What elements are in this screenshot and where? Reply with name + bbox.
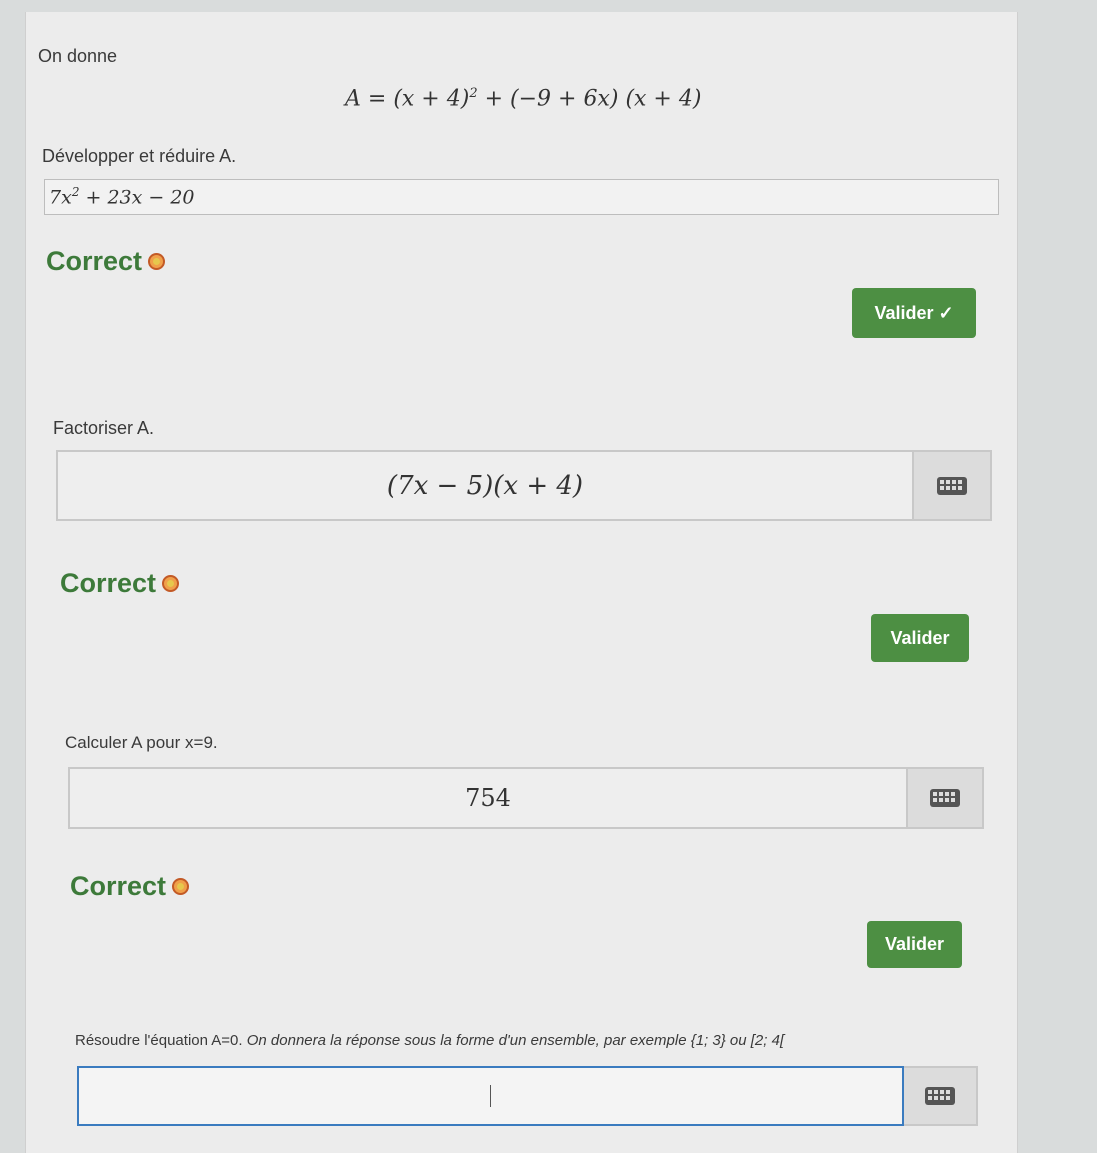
- smiley-icon: [162, 575, 180, 592]
- q3-feedback: Correct: [70, 871, 190, 902]
- q1-answer-field[interactable]: 7x2 + 23x − 20: [44, 179, 999, 215]
- text-cursor: [490, 1085, 491, 1107]
- smiley-icon: [172, 878, 190, 895]
- q3-prompt: Calculer A pour x=9.: [65, 733, 218, 752]
- q4-answer-field[interactable]: [77, 1066, 904, 1126]
- q2-prompt: Factoriser A.: [53, 418, 155, 438]
- intro-text: On donne: [38, 46, 118, 66]
- q1-prompt: Développer et réduire A.: [42, 146, 237, 166]
- q2-answer-field[interactable]: (7x − 5)(x + 4): [56, 450, 914, 521]
- q3-keyboard-button[interactable]: [908, 767, 984, 829]
- q2-keyboard-button[interactable]: [914, 450, 992, 521]
- q4-prompt-start: Résoudre l'équation A=0.: [75, 1032, 247, 1049]
- keyboard-icon: [925, 1087, 955, 1105]
- q1-answer: 7x2 + 23x − 20: [49, 185, 195, 208]
- q1-answer-rest: + 23x − 20: [79, 186, 195, 209]
- expression-rhs-part2: + (−9 + 6x) (x + 4): [477, 86, 702, 112]
- expression-rhs-part1: (x + 4): [393, 86, 470, 112]
- expression-lhs: A: [345, 86, 361, 112]
- q2-feedback: Correct: [60, 568, 180, 599]
- q1-validate-button[interactable]: Valider ✓: [852, 288, 976, 338]
- q1-answer-main: 7x: [49, 186, 72, 209]
- q1-feedback: Correct: [46, 246, 166, 277]
- q2-validate-button[interactable]: Valider: [871, 614, 969, 662]
- q3-validate-button[interactable]: Valider: [867, 921, 962, 968]
- smiley-icon: [148, 253, 166, 270]
- q4-prompt-italic: On donnera la réponse sous la forme d'un…: [246, 1032, 785, 1049]
- q3-answer-field[interactable]: 754: [68, 767, 908, 829]
- q4-prompt: Résoudre l'équation A=0. On donnera la r…: [75, 1032, 784, 1049]
- expression-display: A = (x + 4)2 + (−9 + 6x) (x + 4): [345, 86, 702, 112]
- q1-feedback-text: Correct: [46, 246, 143, 276]
- q2-feedback-text: Correct: [60, 568, 157, 598]
- q4-keyboard-button[interactable]: [904, 1066, 978, 1126]
- expression-exponent: 2: [469, 86, 478, 101]
- q3-feedback-text: Correct: [70, 871, 167, 901]
- keyboard-icon: [930, 789, 960, 807]
- keyboard-icon: [937, 476, 967, 495]
